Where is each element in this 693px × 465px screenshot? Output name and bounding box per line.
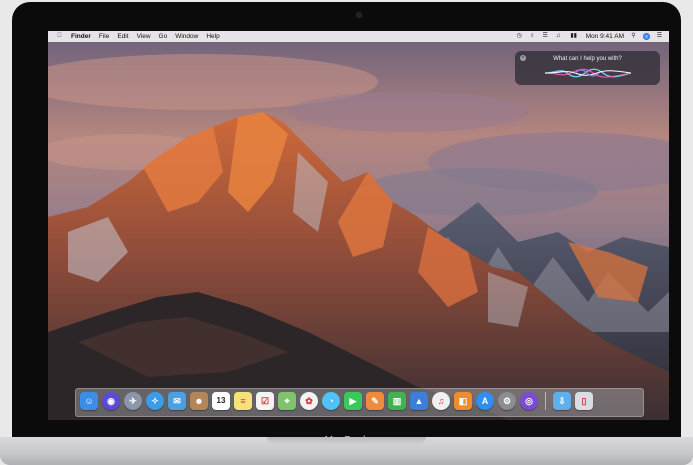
search-icon[interactable]: ⚲ [630, 33, 637, 40]
menu-go[interactable]: Go [159, 33, 168, 40]
siri-prompt: What can I help you with? [553, 56, 622, 62]
siri-panel: × What can I help you with? [515, 51, 660, 85]
notification-center-icon[interactable]: ☰ [656, 33, 663, 40]
dock: ☺ ◉ ✈ ✧ ✉ ☻ 13 ≡ ☑ ⌖ ✿ ◔ ▶ ✎ ▥ ▲ ♫ ◧ A ⚙ ◎ ⇩ ▯ [75, 388, 644, 417]
screen:  Finder File Edit View Go Window Help ◷… [48, 31, 669, 420]
dock-calendar-icon[interactable]: 13 [212, 392, 230, 410]
dock-maps-icon[interactable]: ⌖ [278, 392, 296, 410]
dock-notes-icon[interactable]: ≡ [234, 392, 252, 410]
dock-finder-icon[interactable]: ☺ [80, 392, 98, 410]
menu-window[interactable]: Window [175, 33, 198, 40]
wifi-icon[interactable]: ☰ [542, 33, 549, 40]
menu-file[interactable]: File [99, 33, 109, 40]
siri-waveform [545, 68, 631, 78]
menu-edit[interactable]: Edit [117, 33, 128, 40]
dock-facetime-icon[interactable]: ▶ [344, 392, 362, 410]
siri-icon[interactable] [643, 33, 650, 40]
time-machine-icon[interactable]: ◷ [516, 33, 523, 40]
bluetooth-icon[interactable]: ᛟ [529, 33, 536, 40]
battery-icon[interactable]: ▮▮ [568, 33, 580, 40]
desktop-wallpaper [48, 42, 669, 420]
device-brand: MacBook [324, 435, 369, 446]
dock-mail-icon[interactable]: ✉ [168, 392, 186, 410]
dock-system-preferences-icon[interactable]: ⚙ [498, 392, 516, 410]
dock-downloads-folder-icon[interactable]: ⇩ [553, 392, 571, 410]
dock-pages-icon[interactable]: ✎ [366, 392, 384, 410]
menu-view[interactable]: View [137, 33, 151, 40]
dock-separator [545, 392, 546, 410]
dock-numbers-icon[interactable]: ▥ [388, 392, 406, 410]
dock-trash-icon[interactable]: ▯ [575, 392, 593, 410]
camera-icon [356, 12, 362, 18]
dock-itunes-icon[interactable]: ♫ [432, 392, 450, 410]
dock-photos-icon[interactable]: ✿ [300, 392, 318, 410]
dock-app-store-icon[interactable]: A [476, 392, 494, 410]
dock-siri-icon[interactable]: ◉ [102, 392, 120, 410]
dock-ibooks-icon[interactable]: ◧ [454, 392, 472, 410]
menu-help[interactable]: Help [206, 33, 219, 40]
apple-icon[interactable]:  [56, 33, 63, 40]
volume-icon[interactable]: ♫ [555, 33, 562, 40]
menu-bar:  Finder File Edit View Go Window Help ◷… [48, 31, 669, 42]
dock-launchpad-icon[interactable]: ✈ [124, 392, 142, 410]
dock-messages-icon[interactable]: ◔ [322, 392, 340, 410]
dock-safari-icon[interactable]: ✧ [146, 392, 164, 410]
dock-itunes-u-icon[interactable]: ◎ [520, 392, 538, 410]
dock-contacts-icon[interactable]: ☻ [190, 392, 208, 410]
laptop-bezel:  Finder File Edit View Go Window Help ◷… [12, 2, 681, 440]
dock-keynote-icon[interactable]: ▲ [410, 392, 428, 410]
menu-app-name[interactable]: Finder [71, 33, 91, 40]
clock[interactable]: Mon 9:41 AM [586, 33, 624, 40]
dock-reminders-icon[interactable]: ☑ [256, 392, 274, 410]
